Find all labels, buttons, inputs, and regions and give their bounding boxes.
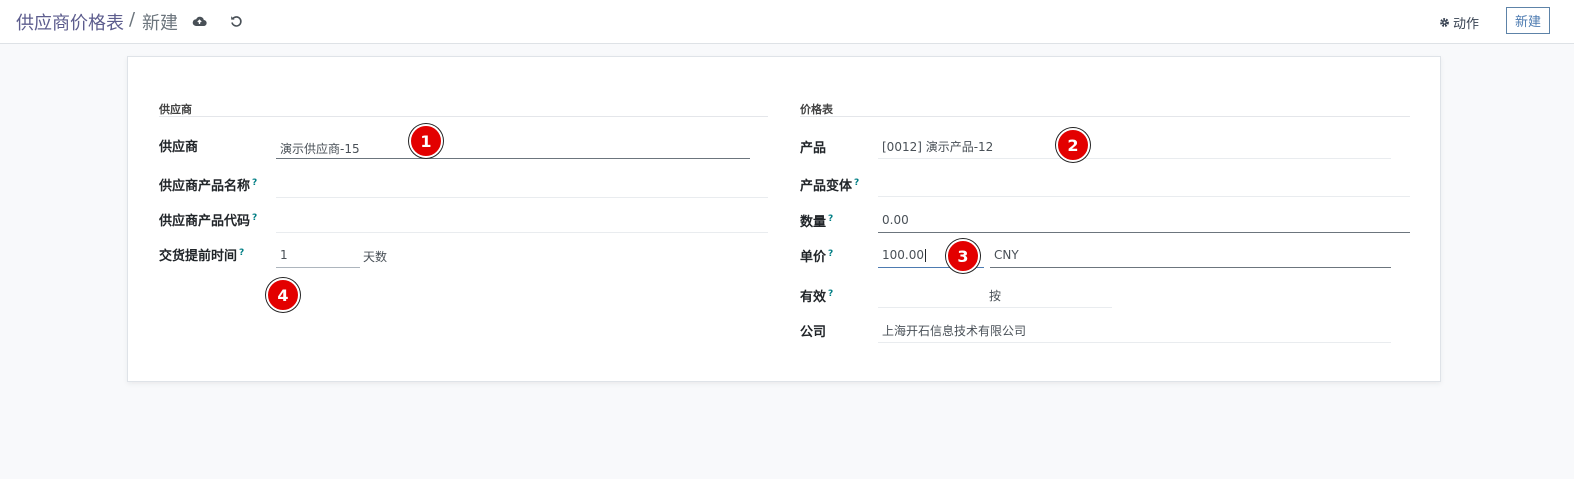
- action-menu-button[interactable]: 动作: [1439, 13, 1479, 32]
- lead-time-label: 交货提前时间?: [159, 247, 245, 264]
- step-marker-4: 4: [266, 278, 300, 312]
- validity-range-input[interactable]: 按: [878, 283, 1112, 308]
- vendor-group-title: 供应商: [159, 101, 768, 117]
- pricelist-group-title: 价格表: [800, 101, 1410, 117]
- vendor-product-code-label: 供应商产品代码?: [159, 212, 258, 229]
- vendor-product-name-input[interactable]: [276, 173, 768, 198]
- help-tooltip-icon[interactable]: ?: [239, 248, 244, 258]
- validity-label: 有效?: [800, 288, 834, 305]
- lead-time-unit: 天数: [363, 250, 388, 264]
- help-tooltip-icon[interactable]: ?: [828, 249, 833, 259]
- form-sheet: 供应商 供应商 演示供应商-15 供应商产品名称? 供应商产品代码? 交货提前时…: [127, 56, 1441, 382]
- control-panel: 供应商价格表 / 新建 动作 新建: [0, 0, 1574, 44]
- help-tooltip-icon[interactable]: ?: [828, 289, 833, 299]
- company-value: 上海开石信息技术有限公司: [882, 323, 1027, 338]
- currency-value: CNY: [994, 248, 1019, 262]
- help-tooltip-icon[interactable]: ?: [252, 213, 257, 223]
- validity-range-arrow: 按: [989, 288, 1002, 303]
- vendor-product-name-label: 供应商产品名称?: [159, 177, 258, 194]
- product-value: [0012] 演示产品-12: [882, 139, 994, 154]
- product-variant-label: 产品变体?: [800, 177, 860, 194]
- vendor-value: 演示供应商-15: [280, 142, 360, 156]
- help-tooltip-icon[interactable]: ?: [854, 178, 859, 188]
- step-marker-1: 1: [409, 124, 443, 158]
- gear-icon: [1440, 18, 1449, 27]
- company-input[interactable]: 上海开石信息技术有限公司: [878, 318, 1391, 343]
- unit-price-value: 100.00: [882, 248, 924, 262]
- company-label: 公司: [800, 325, 827, 340]
- new-button[interactable]: 新建: [1506, 7, 1550, 34]
- breadcrumb-current: 新建: [142, 13, 178, 34]
- step-marker-3: 3: [946, 239, 980, 273]
- undo-icon[interactable]: [226, 11, 246, 31]
- vendor-input[interactable]: 演示供应商-15: [276, 135, 750, 159]
- product-label: 产品: [800, 141, 827, 156]
- unit-price-label: 单价?: [800, 248, 834, 265]
- product-input[interactable]: [0012] 演示产品-12: [878, 134, 1391, 159]
- help-tooltip-icon[interactable]: ?: [828, 214, 833, 224]
- breadcrumb-root-link[interactable]: 供应商价格表: [16, 9, 124, 35]
- lead-time-input[interactable]: 1: [276, 243, 360, 268]
- breadcrumb-separator: /: [129, 9, 136, 30]
- text-cursor: [925, 248, 926, 262]
- product-variant-input[interactable]: [878, 171, 1410, 197]
- quantity-label: 数量?: [800, 213, 834, 230]
- vendor-product-code-input[interactable]: [276, 208, 768, 233]
- vendor-label: 供应商: [159, 140, 199, 155]
- step-marker-2: 2: [1056, 128, 1090, 162]
- help-tooltip-icon[interactable]: ?: [252, 178, 257, 188]
- currency-input[interactable]: CNY: [990, 243, 1391, 268]
- quantity-value: 0.00: [882, 213, 909, 227]
- cloud-upload-icon[interactable]: [189, 11, 209, 31]
- action-menu-label: 动作: [1453, 17, 1480, 32]
- quantity-input[interactable]: 0.00: [878, 208, 1410, 233]
- lead-time-value: 1: [280, 248, 288, 262]
